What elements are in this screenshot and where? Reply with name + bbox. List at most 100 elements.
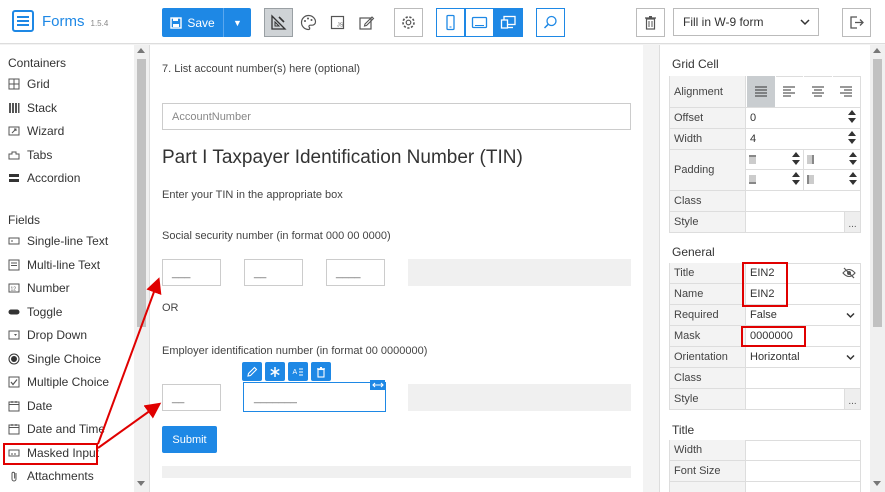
padding-top-input[interactable] (746, 150, 804, 170)
toolbox-item-tabs[interactable]: Tabs (8, 146, 52, 164)
ssn-part-3-input[interactable]: ____ (326, 259, 385, 286)
scroll-down-icon[interactable] (137, 481, 145, 486)
class-input[interactable] (746, 191, 860, 211)
label-format-button[interactable]: A (288, 362, 308, 381)
top-toolbar: Forms 1.5.4 Save ▼ JS Fill in W-9 form (0, 0, 885, 44)
toolbox-item-accordion[interactable]: Accordion (8, 169, 80, 187)
exit-button[interactable] (842, 8, 871, 37)
align-center-button[interactable] (803, 76, 832, 107)
title-width-input[interactable] (746, 440, 860, 460)
prop-label: Mask (670, 326, 746, 346)
tablet-preview-button[interactable] (465, 8, 494, 37)
offset-value: 0 (750, 112, 757, 124)
padding-left-stepper[interactable] (849, 172, 857, 185)
trash-icon (317, 366, 325, 378)
trash-icon (645, 16, 656, 30)
style-input[interactable] (746, 212, 860, 232)
scroll-down-icon[interactable] (873, 481, 881, 486)
ein-part-2-input[interactable]: _______ (245, 384, 384, 411)
scrollbar-thumb[interactable] (873, 59, 882, 327)
submit-button[interactable]: Submit (162, 426, 217, 453)
delete-element-button[interactable] (311, 362, 331, 381)
empty-grid-cell[interactable] (408, 259, 631, 286)
prop-row-style: Style ... (669, 212, 861, 233)
padding-bottom-icon (749, 175, 756, 184)
padding-bottom-stepper[interactable] (792, 172, 800, 185)
empty-grid-cell[interactable] (408, 384, 631, 411)
offset-stepper[interactable] (848, 110, 856, 123)
toolbox-item-date[interactable]: Date (8, 397, 52, 415)
scroll-up-icon[interactable] (873, 48, 881, 53)
toolbox-item-multi-line-text[interactable]: Multi-line Text (8, 256, 100, 274)
orientation-select[interactable]: Horizontal (746, 347, 860, 367)
required-value: False (750, 309, 777, 321)
js-button[interactable]: JS (323, 8, 352, 37)
theme-button[interactable] (294, 8, 323, 37)
eye-slash-icon[interactable] (842, 267, 856, 279)
toolbox-item-attachments[interactable]: Attachments (8, 467, 94, 485)
toolbox-scrollbar[interactable] (134, 45, 149, 492)
toolbox-item-single-line-text[interactable]: Single-line Text (8, 232, 108, 250)
delete-form-button[interactable] (636, 8, 665, 37)
toolbox-item-number[interactable]: 12 Number (8, 279, 70, 297)
partial-input[interactable] (746, 482, 860, 492)
padding-right-stepper[interactable] (849, 152, 857, 165)
offset-input[interactable]: 0 (746, 108, 860, 128)
desktop-preview-button[interactable] (494, 8, 523, 37)
toolbox-item-toggle[interactable]: Toggle (8, 303, 62, 321)
width-input[interactable]: 4 (746, 129, 860, 149)
calendar-icon (8, 423, 20, 435)
ssn-part-2-input[interactable]: __ (244, 259, 303, 286)
align-justify-button[interactable] (746, 76, 775, 107)
padding-left-input[interactable] (804, 170, 860, 190)
required-toggle-button[interactable] (265, 362, 285, 381)
width-stepper[interactable] (848, 131, 856, 144)
text-format-icon: A (293, 368, 303, 376)
prop-label: Title (670, 263, 746, 283)
toolbox-item-multiple-choice[interactable]: Multiple Choice (8, 373, 109, 391)
toolbox-item-single-choice[interactable]: Single Choice (8, 350, 101, 368)
phone-preview-button[interactable] (436, 8, 465, 37)
general-class-input[interactable] (746, 368, 860, 388)
general-style-input[interactable] (746, 389, 860, 409)
settings-button[interactable] (394, 8, 423, 37)
submit-label: Submit (172, 433, 207, 446)
search-button[interactable] (536, 8, 565, 37)
resize-handle[interactable] (370, 380, 385, 390)
account-number-input[interactable]: AccountNumber (162, 103, 631, 130)
toolbox-item-date-and-time[interactable]: Date and Time (8, 420, 105, 438)
padding-top-stepper[interactable] (792, 152, 800, 165)
save-options-button[interactable]: ▼ (223, 8, 251, 37)
ssn-part-2-mask: __ (254, 266, 267, 279)
gear-icon (402, 16, 415, 29)
toolbox-item-wizard[interactable]: Wizard (8, 122, 64, 140)
prop-label: Required (670, 305, 746, 325)
scrollbar-thumb[interactable] (137, 59, 146, 327)
form-selector[interactable]: Fill in W-9 form (673, 8, 819, 36)
prop-row-offset: Offset 0 (669, 108, 861, 129)
edit-element-button[interactable] (242, 362, 262, 381)
designer-mode-button[interactable] (264, 8, 293, 37)
padding-bottom-input[interactable] (746, 170, 804, 190)
edit-button[interactable] (352, 8, 381, 37)
ein-part-1-input[interactable]: __ (162, 384, 221, 411)
align-left-button[interactable] (774, 76, 804, 107)
save-button[interactable]: Save (162, 8, 223, 37)
prop-label: Font Size (670, 461, 746, 481)
toolbox-item-drop-down[interactable]: Drop Down (8, 326, 87, 344)
general-style-editor-button[interactable]: ... (844, 389, 860, 409)
scroll-up-icon[interactable] (137, 48, 145, 53)
properties-scrollbar[interactable] (870, 45, 885, 492)
required-select[interactable]: False (746, 305, 860, 325)
toolbox-item-stack[interactable]: Stack (8, 99, 57, 117)
empty-row-placeholder[interactable] (162, 466, 631, 478)
toolbox-item-grid[interactable]: Grid (8, 75, 50, 93)
align-right-button[interactable] (831, 76, 861, 107)
checkbox-icon (8, 376, 20, 388)
font-size-input[interactable] (746, 461, 860, 481)
padding-right-input[interactable] (804, 150, 860, 170)
desktop-icon (500, 15, 516, 29)
style-editor-button[interactable]: ... (844, 212, 860, 232)
ssn-part-1-input[interactable]: ___ (162, 259, 221, 286)
alignment-buttons (746, 76, 860, 107)
